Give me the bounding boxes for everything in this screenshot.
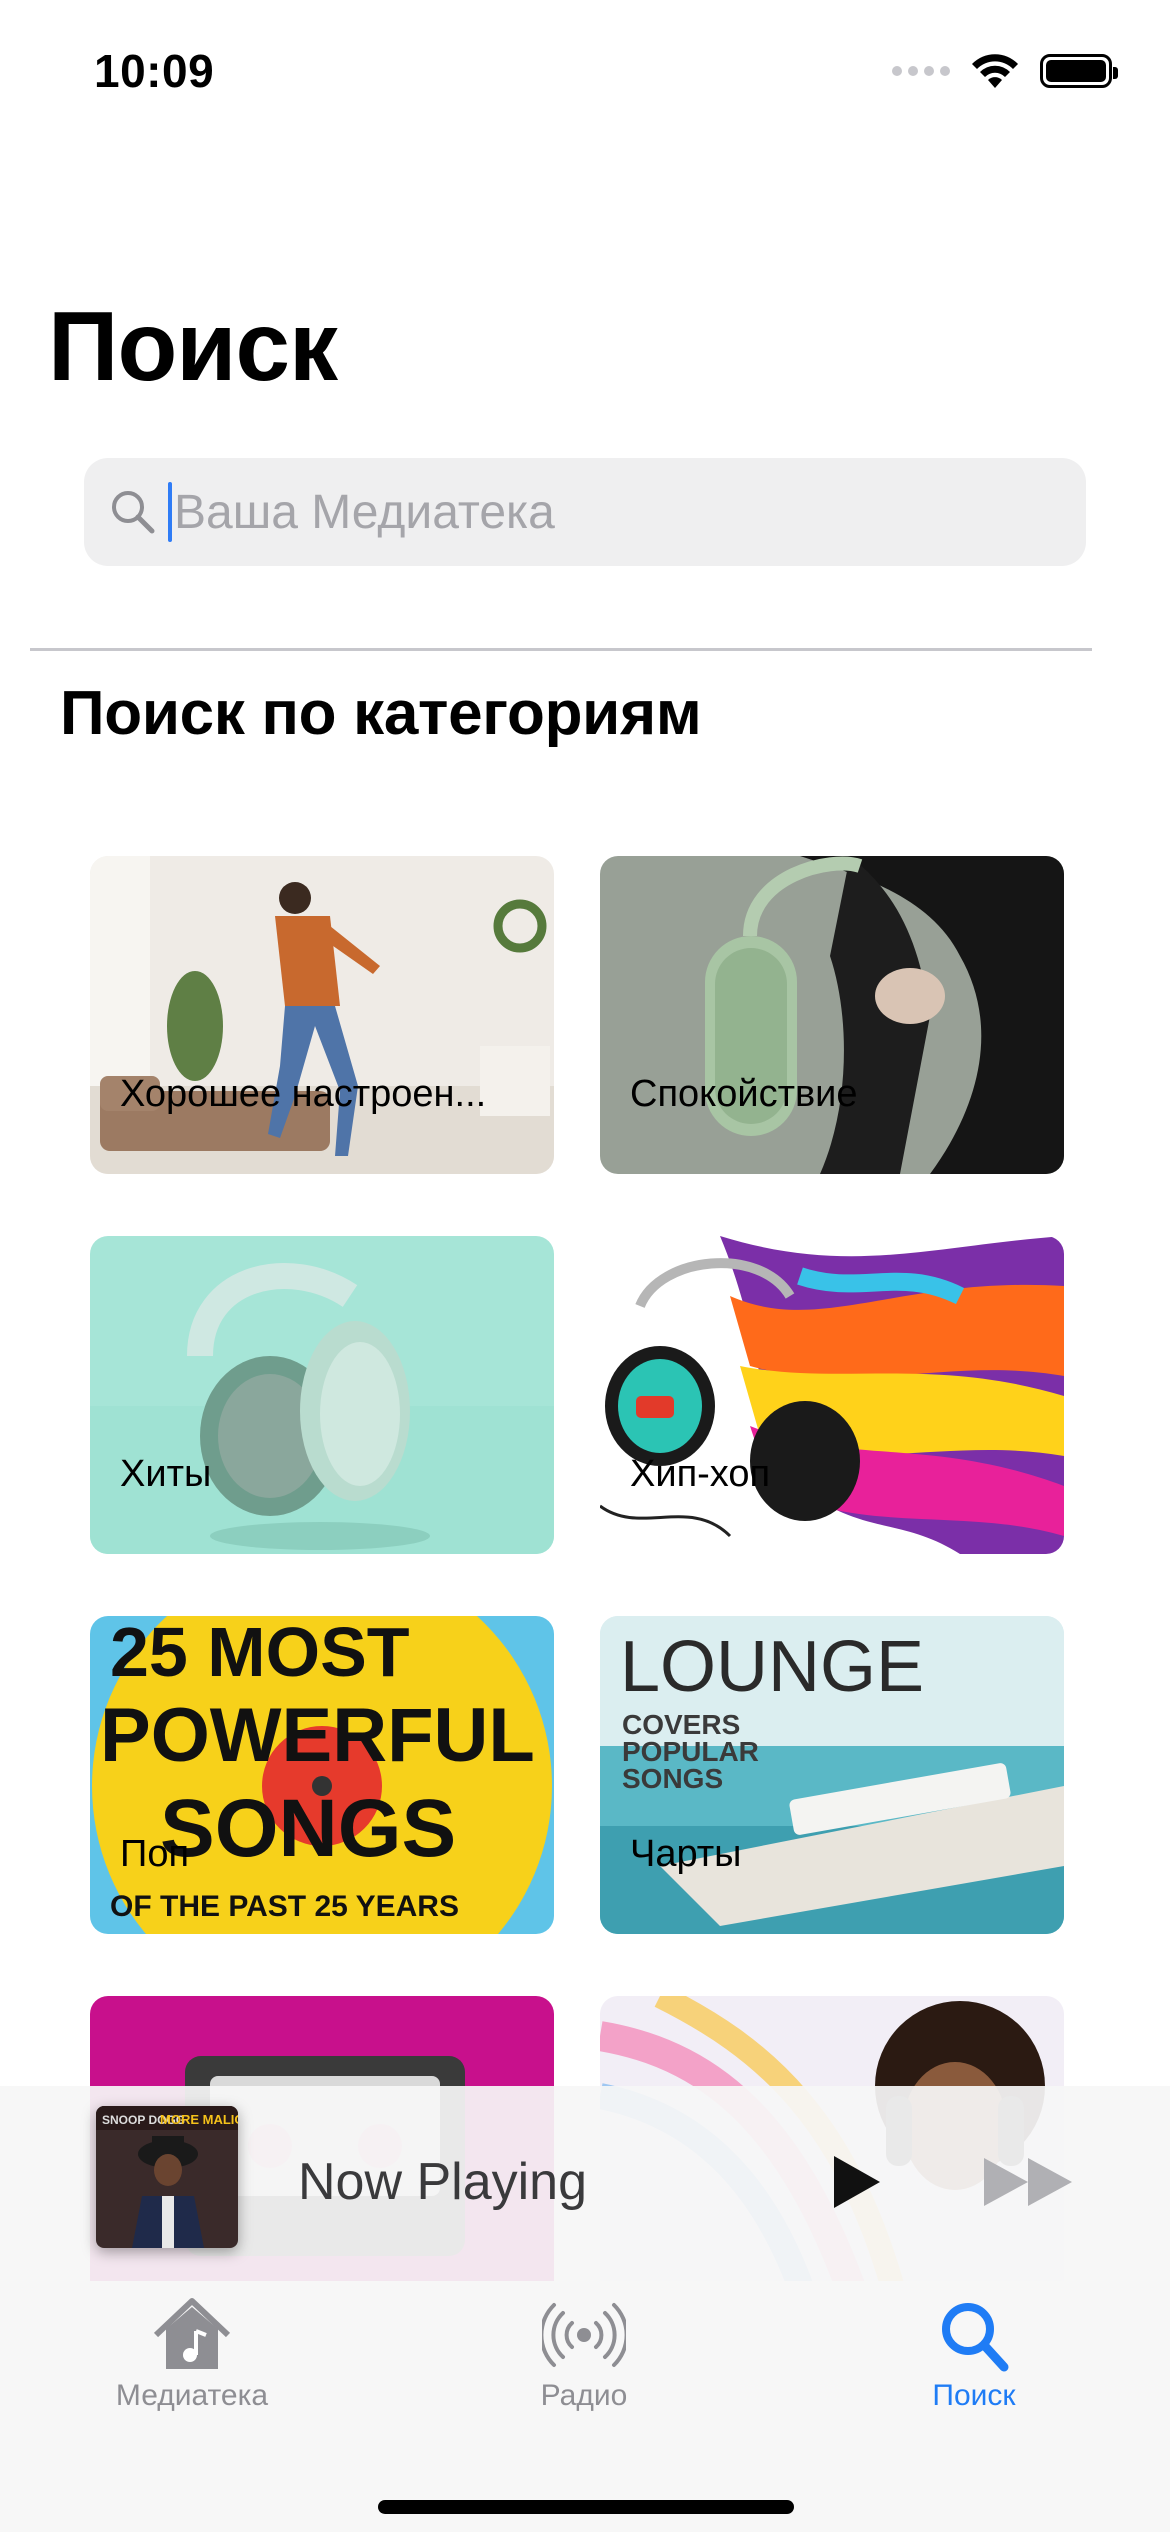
search-input[interactable] — [174, 484, 1034, 540]
radio-broadcast-icon — [542, 2303, 626, 2367]
now-playing-bar[interactable]: SNOOP DOGG MORE MALICE Now Playing — [0, 2086, 1170, 2281]
tab-label: Радио — [540, 2379, 628, 2412]
tab-radio[interactable]: Радио — [434, 2295, 734, 2413]
wifi-icon — [972, 54, 1018, 88]
category-label: Хиты — [120, 1453, 212, 1495]
fast-forward-icon[interactable] — [982, 2156, 1074, 2208]
tab-bar: Медиатека Радио Поиск — [0, 2281, 1170, 2532]
cover-text: 25 MOST — [110, 1616, 410, 1691]
dancing-woman-image — [90, 856, 554, 1174]
category-label: Спокойствие — [630, 1073, 858, 1115]
category-label: Поп — [120, 1833, 190, 1875]
colorful-headphones-art-image — [600, 1236, 1064, 1554]
woman-headphones-image — [600, 856, 1064, 1174]
now-playing-title: Now Playing — [298, 2153, 588, 2211]
cover-text: SONGS — [160, 1783, 456, 1874]
cover-text: MORE MALICE — [160, 2112, 238, 2127]
home-indicator[interactable] — [378, 2500, 794, 2514]
tab-label: Медиатека — [115, 2379, 269, 2412]
category-label: Хип-хоп — [630, 1453, 771, 1495]
status-time: 10:09 — [94, 45, 215, 97]
album-cover: SNOOP DOGG MORE MALICE — [96, 2106, 238, 2248]
cover-text: SONGS — [622, 1763, 723, 1794]
category-tile-hits[interactable]: Хиты — [90, 1236, 554, 1554]
page-title: Поиск — [48, 291, 338, 401]
divider — [30, 648, 1092, 651]
category-tile-calm[interactable]: Спокойствие — [600, 856, 1064, 1174]
cellular-signal-icon — [892, 66, 950, 76]
cover-text: LOUNGE — [620, 1627, 924, 1707]
status-icons — [892, 52, 1118, 90]
category-tile-hip-hop[interactable]: Хип-хоп — [600, 1236, 1064, 1554]
search-icon — [112, 491, 155, 534]
lounge-album-cover-image: LOUNGE COVERS POPULAR SONGS — [600, 1616, 1064, 1934]
cover-text: POWERFUL — [100, 1693, 535, 1778]
tab-label: Поиск — [932, 2379, 1016, 2412]
status-bar: 10:09 — [0, 0, 1170, 140]
text-cursor — [168, 482, 172, 542]
tab-library[interactable]: Медиатека — [42, 2295, 342, 2413]
section-title: Поиск по категориям — [60, 679, 702, 748]
green-headphones-image — [90, 1236, 554, 1554]
search-icon — [942, 2303, 1009, 2372]
category-tile-good-mood[interactable]: Хорошее настроен... — [90, 856, 554, 1174]
play-icon[interactable] — [830, 2154, 882, 2210]
tab-search[interactable]: Поиск — [824, 2295, 1124, 2413]
home-music-icon — [153, 2298, 231, 2369]
battery-icon — [1040, 54, 1118, 88]
cover-text: OF THE PAST 25 YEARS — [110, 1890, 459, 1923]
category-label: Чарты — [630, 1833, 742, 1875]
category-label: Хорошее настроен... — [120, 1073, 487, 1115]
category-tile-pop[interactable]: 25 MOST POWERFUL SONGS OF THE PAST 25 YE… — [90, 1616, 554, 1934]
pop-album-cover-image: 25 MOST POWERFUL SONGS OF THE PAST 25 YE… — [90, 1616, 554, 1934]
search-bar[interactable] — [84, 458, 1086, 566]
category-tile-charts[interactable]: LOUNGE COVERS POPULAR SONGS Чарты — [600, 1616, 1064, 1934]
